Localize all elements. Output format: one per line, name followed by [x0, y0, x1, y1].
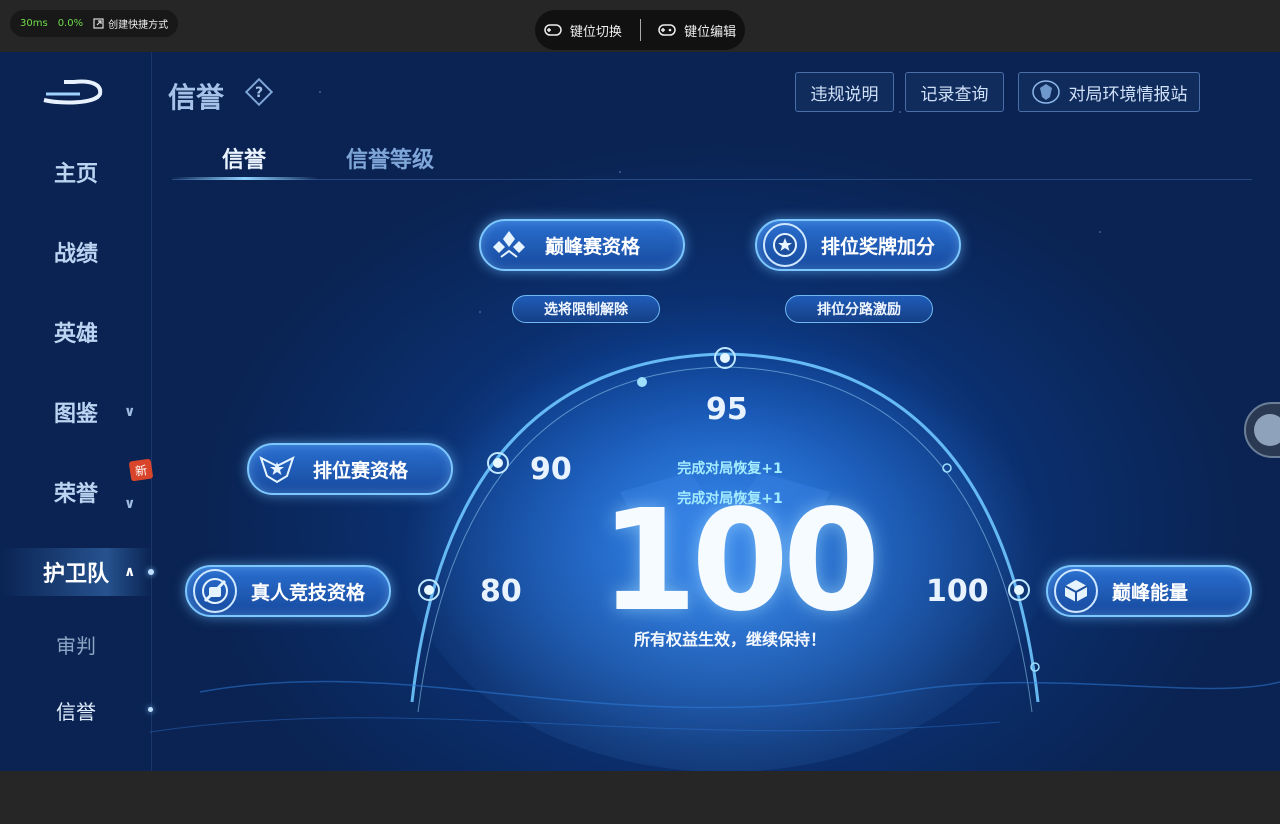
human-competition-label: 真人竞技资格 [251, 581, 366, 604]
chevron-down-icon: ∨ [124, 404, 136, 420]
chevron-down-icon: ∨ [124, 496, 136, 512]
sidebar-item-label: 护卫队 [42, 562, 109, 587]
threshold-90: 90 [530, 452, 572, 487]
assist-knob-icon [1254, 414, 1280, 446]
page-title: 信誉 [168, 81, 225, 114]
tab-credit-level[interactable]: 信誉等级 [346, 142, 434, 174]
star-medal-icon [763, 223, 807, 267]
sidebar-item-honor[interactable]: 荣誉 ∨ [0, 468, 152, 516]
keymap-edit-label: 键位编辑 [684, 24, 737, 40]
sidebar-item-label: 主页 [53, 162, 98, 187]
chevron-up-icon: ∧ [124, 564, 136, 580]
sidebar-item-record[interactable]: 战绩 [0, 228, 152, 276]
peak-energy[interactable]: 巅峰能量 [1046, 565, 1252, 617]
ranked-medal-label: 排位奖牌加分 [821, 235, 936, 258]
violation-rules-label: 违规说明 [810, 84, 879, 105]
violation-rules-button[interactable]: 违规说明 [795, 72, 894, 112]
sidebar-item-guard-team[interactable]: 护卫队 ∧ [0, 548, 152, 596]
sidebar-item-label: 荣誉 [53, 482, 98, 507]
keymap-edit-button[interactable]: 键位编辑 [658, 21, 736, 40]
shortcut-label: 创建快捷方式 [108, 20, 169, 31]
star-wings-icon [255, 447, 299, 491]
threshold-95: 95 [706, 392, 748, 427]
diamond-cluster-icon [487, 223, 531, 267]
sidebar-subitem-label: 信誉 [56, 699, 96, 724]
ranked-match-label: 排位赛资格 [313, 459, 409, 482]
threshold-80: 80 [480, 574, 522, 609]
active-tab-underline [172, 177, 318, 180]
sidebar-item-home[interactable]: 主页 [0, 148, 152, 196]
keymap-switch-label: 键位切换 [569, 24, 622, 40]
sidebar-item-label: 战绩 [53, 242, 98, 267]
help-icon[interactable]: ? [245, 78, 273, 106]
lane-incentive-pill: 排位分路激励 [785, 295, 933, 323]
shortcut-icon [93, 18, 104, 29]
robot-ban-icon [193, 569, 237, 613]
ranked-medal-bonus[interactable]: 排位奖牌加分 [755, 219, 961, 271]
record-query-button[interactable]: 记录查询 [905, 72, 1004, 112]
sidebar-item-codex[interactable]: 图鉴 ∨ [0, 388, 152, 436]
threshold-100: 100 [926, 574, 989, 609]
tab-credit[interactable]: 信誉 [222, 142, 266, 174]
sidebar-item-heroes[interactable]: 英雄 [0, 308, 152, 356]
hero-pick-unlock-pill: 选将限制解除 [512, 295, 660, 323]
performance-indicator: 30ms 0.0% 创建快捷方式 [10, 10, 179, 37]
emulator-top-bar: 30ms 0.0% 创建快捷方式 键位切换 键位编辑 [0, 0, 1280, 52]
packet-loss-value: 0.0% [57, 18, 84, 29]
recover-hint: 完成对局恢复+1 [677, 461, 783, 477]
sidebar-item-label: 英雄 [53, 322, 98, 347]
match-environment-button[interactable]: 对局环境情报站 [1018, 72, 1200, 112]
active-indicator-dot [148, 569, 154, 575]
tab-divider [172, 179, 1252, 180]
selected-subitem-dot [148, 707, 153, 712]
sidebar: 主页 战绩 英雄 图鉴 ∨ 荣誉 ∨ 新 护卫队 ∧ 审判 信誉 [0, 52, 154, 771]
sidebar-subitem-label: 审判 [56, 633, 96, 658]
keybar-divider [639, 19, 641, 41]
gamepad-switch-icon [544, 24, 562, 36]
peak-match-label: 巅峰赛资格 [545, 235, 641, 258]
keymap-switch-button[interactable]: 键位切换 [544, 21, 622, 40]
energy-cube-icon [1054, 569, 1098, 613]
sidebar-item-label: 图鉴 [53, 402, 98, 427]
peak-energy-label: 巅峰能量 [1112, 581, 1189, 604]
keymap-bar: 键位切换 键位编辑 [535, 10, 745, 50]
new-badge: 新 [128, 458, 154, 482]
sidebar-subitem-judge[interactable]: 审判 [0, 624, 152, 664]
match-environment-label: 对局环境情报站 [1068, 84, 1188, 105]
ranked-match-qualification[interactable]: 排位赛资格 [247, 443, 453, 495]
credit-score: 100 [600, 480, 880, 643]
starfield-background [0, 52, 1280, 771]
game-viewport: 主页 战绩 英雄 图鉴 ∨ 荣誉 ∨ 新 护卫队 ∧ 审判 信誉 信誉 ? 违规… [0, 52, 1280, 771]
human-competition-qualification[interactable]: 真人竞技资格 [185, 565, 391, 617]
emulator-bottom-bar [0, 771, 1280, 824]
peak-match-qualification[interactable]: 巅峰赛资格 [479, 219, 685, 271]
svg-text:?: ? [255, 85, 263, 101]
shield-emblem-icon [1031, 80, 1060, 104]
record-query-label: 记录查询 [920, 84, 989, 105]
game-logo [43, 79, 103, 105]
sidebar-subitem-credit[interactable]: 信誉 [0, 690, 152, 730]
ping-value: 30ms [20, 18, 48, 29]
credit-status-text: 所有权益生效，继续保持！ [633, 630, 826, 649]
gamepad-icon [658, 24, 676, 36]
create-shortcut-button[interactable]: 创建快捷方式 [93, 16, 168, 31]
